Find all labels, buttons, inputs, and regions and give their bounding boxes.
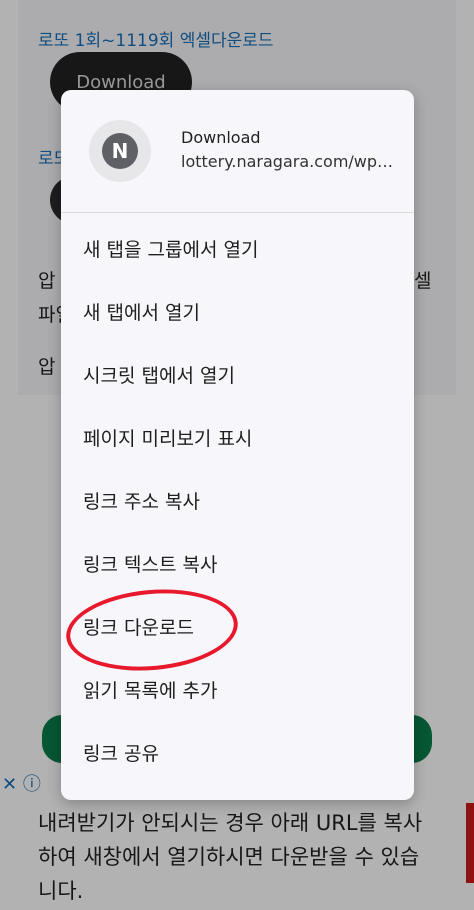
menu-item-preview-page[interactable]: 페이지 미리보기 표시 [61, 406, 414, 469]
menu-item-copy-link-address[interactable]: 링크 주소 복사 [61, 469, 414, 532]
link-url: lottery.naragara.com/wp-c... [181, 152, 396, 171]
menu-items: 새 탭을 그룹에서 열기 새 탭에서 열기 시크릿 탭에서 열기 페이지 미리보… [61, 213, 414, 784]
menu-header: N Download lottery.naragara.com/wp-c... [61, 90, 414, 213]
menu-item-share-link[interactable]: 링크 공유 [61, 721, 414, 784]
link-context-menu: N Download lottery.naragara.com/wp-c... … [61, 90, 414, 800]
menu-item-open-in-group[interactable]: 새 탭을 그룹에서 열기 [61, 217, 414, 280]
favicon-letter: N [102, 133, 138, 169]
menu-item-open-new-tab[interactable]: 새 탭에서 열기 [61, 280, 414, 343]
menu-item-open-incognito[interactable]: 시크릿 탭에서 열기 [61, 343, 414, 406]
link-title: Download [181, 128, 261, 147]
menu-item-add-reading-list[interactable]: 읽기 목록에 추가 [61, 658, 414, 721]
menu-item-copy-link-text[interactable]: 링크 텍스트 복사 [61, 532, 414, 595]
site-favicon: N [89, 120, 151, 182]
menu-item-download-link[interactable]: 링크 다운로드 [61, 595, 414, 658]
